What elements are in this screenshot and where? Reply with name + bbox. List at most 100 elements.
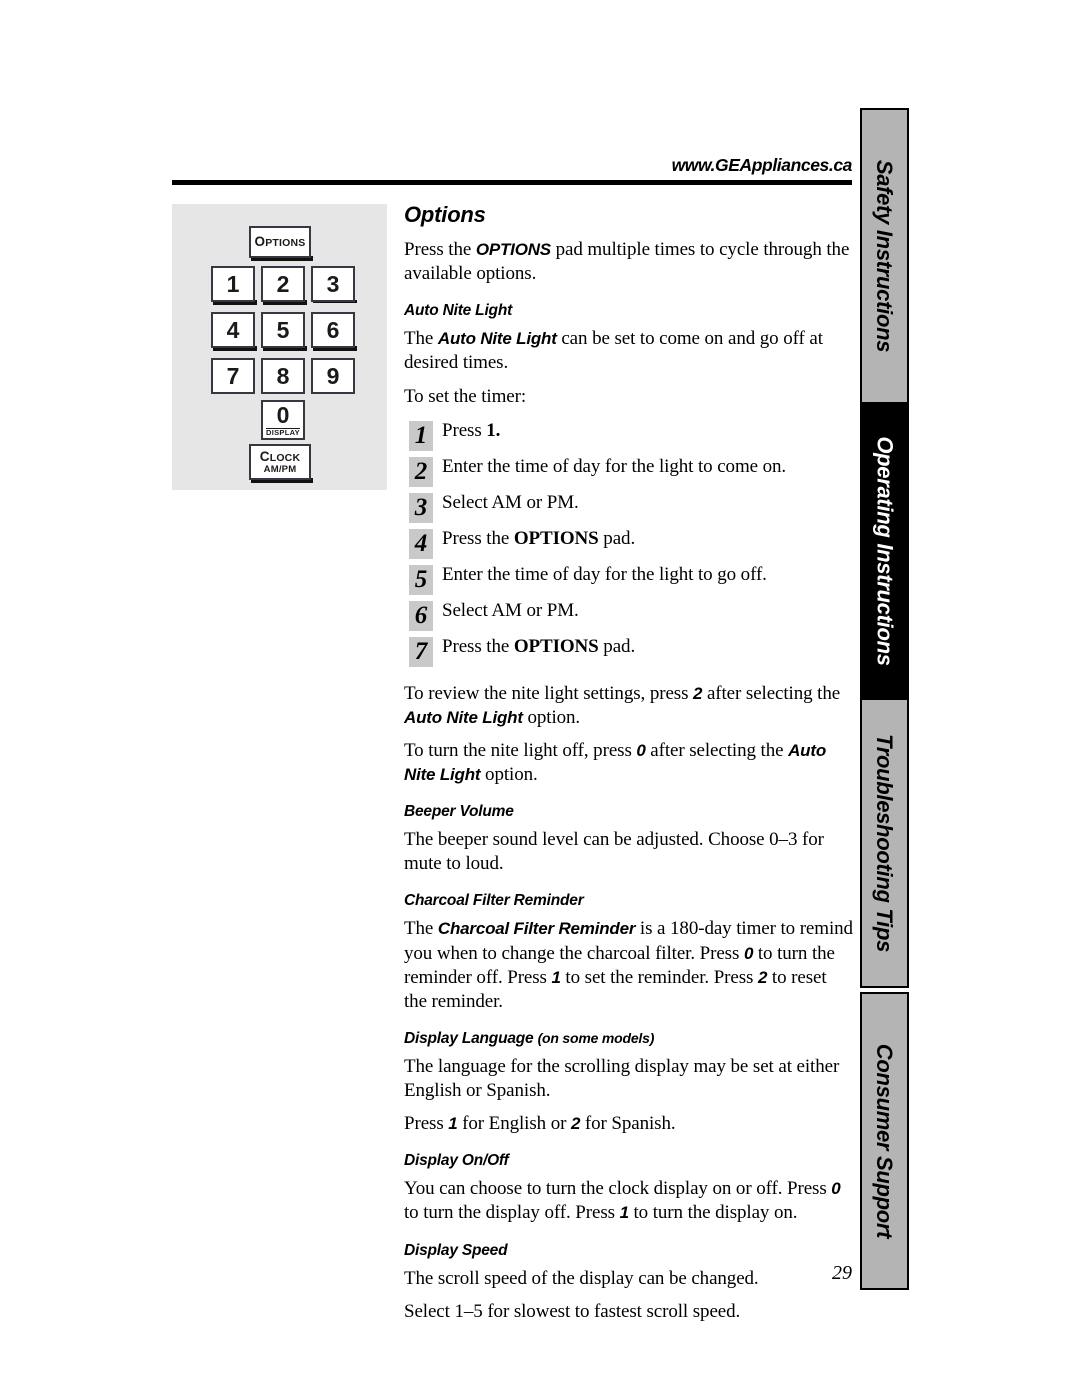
document-page: www.GEAppliances.ca OPTIONS 1 2 3 4 5 6 … xyxy=(0,0,1080,1397)
keypad-key-9: 9 xyxy=(311,358,355,394)
keypad-key-5: 5 xyxy=(261,312,305,348)
side-tab-safety-instructions[interactable]: Safety Instructions xyxy=(860,108,909,404)
key-3-label: 3 xyxy=(326,270,340,297)
step-text-pre: Enter the time of day for the light to c… xyxy=(442,455,787,477)
step-text: Select AM or PM. xyxy=(442,490,854,515)
display-speed-paragraph-1: The scroll speed of the display can be c… xyxy=(404,1267,759,1289)
off-part3: option. xyxy=(480,764,538,785)
intro-options-bold: OPTIONS xyxy=(475,240,551,259)
keypad-key-0-display: 0 DISPLAY xyxy=(261,400,305,440)
key-1-label: 1 xyxy=(226,270,240,297)
step-number: 4 xyxy=(409,528,433,559)
key-0-label: 0 xyxy=(276,401,290,428)
display-on-off-paragraph: You can choose to turn the clock display… xyxy=(404,1177,854,1225)
keypad-illustration-panel: OPTIONS 1 2 3 4 5 6 7 8 9 0 DISPLAY CLOC… xyxy=(172,204,387,490)
auto-nite-light-paragraph-2: To set the timer: xyxy=(404,385,527,407)
step-text: Press 1. xyxy=(442,418,854,443)
off-part1: To turn the nite light off, press xyxy=(404,739,637,761)
cf-bold-2: 2 xyxy=(757,967,768,987)
cf-part1: The xyxy=(404,918,438,940)
keypad-options-key: OPTIONS xyxy=(249,226,311,258)
review-part2: after selecting the xyxy=(702,682,841,704)
side-tab-troubleshooting-tips[interactable]: Troubleshooting Tips xyxy=(860,698,909,988)
step-number: 7 xyxy=(409,636,433,667)
keypad-key-6: 6 xyxy=(311,312,355,348)
side-tab-consumer-support[interactable]: Consumer Support xyxy=(860,992,909,1290)
display-language-heading-text: Display Language xyxy=(404,1029,534,1047)
step-item: 7 Press the OPTIONS pad. xyxy=(404,634,854,668)
step-text-post: pad. xyxy=(598,635,636,657)
review-nite-light-paragraph: To review the nite light settings, press… xyxy=(404,682,854,730)
key-8-label: 8 xyxy=(276,362,290,389)
step-item: 3 Select AM or PM. xyxy=(404,490,854,524)
key-7-label: 7 xyxy=(226,362,240,389)
step-item: 6 Select AM or PM. xyxy=(404,598,854,632)
step-text-pre: Press the xyxy=(442,635,514,657)
do-part1: You can choose to turn the clock display… xyxy=(404,1178,832,1200)
heading-display-on-off: Display On/Off xyxy=(404,1152,509,1170)
do-part2: to turn the display off. Press xyxy=(404,1202,620,1224)
dl-part1: Press xyxy=(404,1113,449,1135)
beeper-volume-paragraph: The beeper sound level can be adjusted. … xyxy=(404,829,824,875)
do-bold-0: 0 xyxy=(831,1179,841,1199)
heading-display-language: Display Language (on some models) xyxy=(404,1030,854,1048)
step-item: 4 Press the OPTIONS pad. xyxy=(404,526,854,560)
keypad-key-4: 4 xyxy=(211,312,255,348)
keypad-key-8: 8 xyxy=(261,358,305,394)
options-key-label: OPTIONS xyxy=(254,234,306,250)
side-tab-label: Safety Instructions xyxy=(872,159,898,353)
step-item: 1 Press 1. xyxy=(404,418,854,452)
keypad-key-7: 7 xyxy=(211,358,255,394)
step-text: Select AM or PM. xyxy=(442,598,854,623)
do-part3: to turn the display on. xyxy=(628,1202,798,1224)
step-text-pre: Select AM or PM. xyxy=(442,491,579,513)
main-content-column: Options Press the OPTIONS pad multiple t… xyxy=(404,202,854,1333)
keypad-key-2: 2 xyxy=(261,266,305,302)
off-part2: after selecting the xyxy=(645,739,789,761)
step-text-pre: Select AM or PM. xyxy=(442,599,579,621)
key-0-display-sublabel: DISPLAY xyxy=(266,427,300,437)
display-language-paragraph-1: The language for the scrolling display m… xyxy=(404,1055,840,1101)
auto-nite-light-paragraph-1: The Auto Nite Light can be set to come o… xyxy=(404,327,854,375)
header-website-url: www.GEAppliances.ca xyxy=(671,155,853,175)
cf-bold-1: 1 xyxy=(551,967,561,987)
step-number: 3 xyxy=(409,492,433,523)
key-4-label: 4 xyxy=(226,316,240,343)
key-9-label: 9 xyxy=(326,362,340,389)
step-text-post: pad. xyxy=(598,527,636,549)
display-language-heading-note: (on some models) xyxy=(537,1029,655,1046)
page-title: Options xyxy=(404,202,486,227)
dl-bold-1: 1 xyxy=(448,1114,458,1134)
step-text: Enter the time of day for the light to c… xyxy=(442,454,854,479)
intro-text-part1: Press the xyxy=(404,239,476,260)
side-tab-operating-instructions[interactable]: Operating Instructions xyxy=(860,404,909,698)
dl-part2: for English or xyxy=(457,1113,571,1135)
cf-bold-name: Charcoal Filter Reminder xyxy=(437,919,636,939)
step-number: 5 xyxy=(409,564,433,595)
dl-bold-2: 2 xyxy=(570,1114,581,1134)
keypad-key-3: 3 xyxy=(311,266,355,302)
keypad-clock-key: CLOCK AM/PM xyxy=(249,444,311,480)
key-6-label: 6 xyxy=(326,316,340,343)
review-part3: option. xyxy=(522,706,581,728)
key-5-label: 5 xyxy=(276,316,290,343)
charcoal-filter-paragraph: The Charcoal Filter Reminder is a 180-da… xyxy=(404,917,854,1014)
display-speed-paragraph-2: Select 1–5 for slowest to fastest scroll… xyxy=(404,1300,741,1322)
heading-auto-nite-light: Auto Nite Light xyxy=(404,302,513,320)
clock-key-ampm-sublabel: AM/PM xyxy=(263,464,297,475)
step-text-pre: Press xyxy=(442,419,487,441)
step-text-pre: Enter the time of day for the light to g… xyxy=(442,563,767,585)
step-text: Press the OPTIONS pad. xyxy=(442,634,854,659)
step-text: Press the OPTIONS pad. xyxy=(442,526,854,551)
heading-charcoal-filter-reminder: Charcoal Filter Reminder xyxy=(404,892,584,910)
header-divider-rule xyxy=(172,180,852,185)
step-text: Enter the time of day for the light to g… xyxy=(442,562,854,587)
heading-beeper-volume: Beeper Volume xyxy=(404,803,514,821)
cf-part4: to set the reminder. Press xyxy=(560,966,758,988)
step-number: 6 xyxy=(409,600,433,631)
off-bold-0: 0 xyxy=(636,740,646,760)
page-number: 29 xyxy=(832,1262,852,1284)
step-item: 2 Enter the time of day for the light to… xyxy=(404,454,854,488)
step-item: 5 Enter the time of day for the light to… xyxy=(404,562,854,596)
review-part1: To review the nite light settings, press xyxy=(404,682,694,704)
